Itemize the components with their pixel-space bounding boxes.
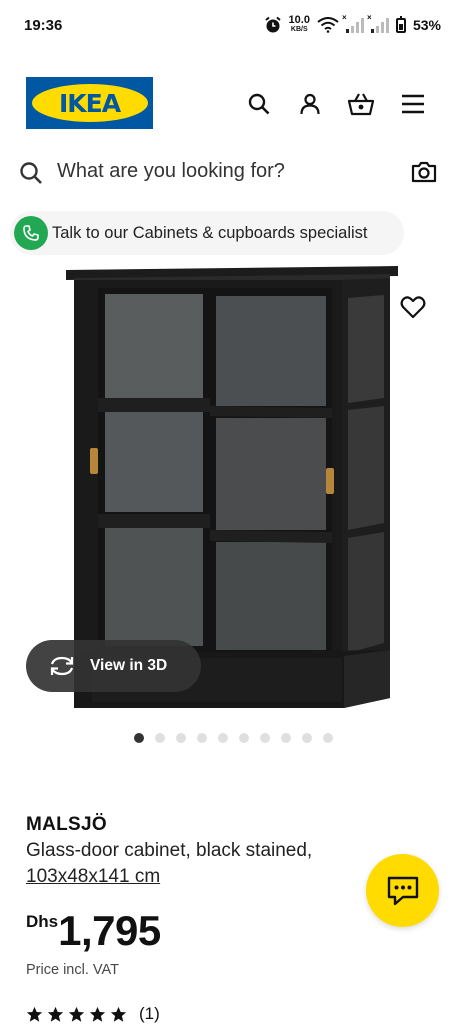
basket-icon[interactable] <box>347 90 375 118</box>
view-in-3d-label: View in 3D <box>90 657 168 674</box>
battery-icon <box>395 15 406 33</box>
pager-dot[interactable] <box>134 733 144 743</box>
search-icon <box>20 162 42 184</box>
signal-icon: × <box>342 13 364 33</box>
star-icon <box>26 1006 43 1022</box>
pager-dot[interactable] <box>239 733 249 743</box>
pager-dot[interactable] <box>197 733 207 743</box>
view-in-3d-button[interactable]: View in 3D <box>26 640 201 692</box>
rating[interactable]: (1) <box>26 1004 160 1024</box>
rotate-3d-icon <box>50 656 74 676</box>
account-icon[interactable] <box>296 90 324 118</box>
star-icon <box>89 1006 106 1022</box>
product-name: MALSJÖ <box>26 814 107 835</box>
battery-percent: 53% <box>412 17 441 33</box>
wifi-icon <box>317 17 339 33</box>
status-bar: 19:36 10.0 KB/S × × 53% <box>0 0 465 50</box>
chat-button[interactable] <box>366 854 439 927</box>
pager-dot[interactable] <box>218 733 228 743</box>
status-time: 19:36 <box>24 16 63 34</box>
alarm-icon <box>264 16 281 33</box>
search-input[interactable]: What are you looking for? <box>57 160 285 183</box>
ikea-logo[interactable]: IKEA <box>26 77 153 129</box>
camera-icon[interactable] <box>410 158 438 186</box>
image-pager <box>134 733 333 743</box>
logo-text: IKEA <box>58 88 121 118</box>
pager-dot[interactable] <box>155 733 165 743</box>
review-count: (1) <box>139 1004 160 1023</box>
search-bar[interactable]: What are you looking for? <box>0 148 465 196</box>
price-currency: Dhs <box>26 912 59 931</box>
search-icon[interactable] <box>245 90 273 118</box>
pager-dot[interactable] <box>323 733 333 743</box>
pager-dot[interactable] <box>176 733 186 743</box>
status-icons: 10.0 KB/S × × 53% <box>264 13 441 34</box>
price-note: Price incl. VAT <box>26 962 119 978</box>
product-dimensions-link[interactable]: 103x48x141 cm <box>26 866 160 888</box>
specialist-label: Talk to our Cabinets & cupboards special… <box>52 223 368 242</box>
pager-dot[interactable] <box>281 733 291 743</box>
signal-icon: × <box>367 13 389 33</box>
specialist-chip[interactable]: Talk to our Cabinets & cupboards special… <box>10 211 404 255</box>
product-price: Dhs 1,795 <box>26 906 161 956</box>
pager-dot[interactable] <box>260 733 270 743</box>
menu-icon[interactable] <box>399 90 427 118</box>
star-icon <box>68 1006 85 1022</box>
star-icon <box>110 1006 127 1022</box>
pager-dot[interactable] <box>302 733 312 743</box>
site-header: IKEA <box>0 76 465 132</box>
net-speed: 10.0 KB/S <box>288 14 310 34</box>
product-description: Glass-door cabinet, black stained, <box>26 840 313 861</box>
heart-icon[interactable] <box>390 284 436 330</box>
phone-icon <box>14 216 48 250</box>
chat-icon <box>387 876 418 905</box>
star-icon <box>47 1006 64 1022</box>
price-amount: 1,795 <box>58 907 161 954</box>
